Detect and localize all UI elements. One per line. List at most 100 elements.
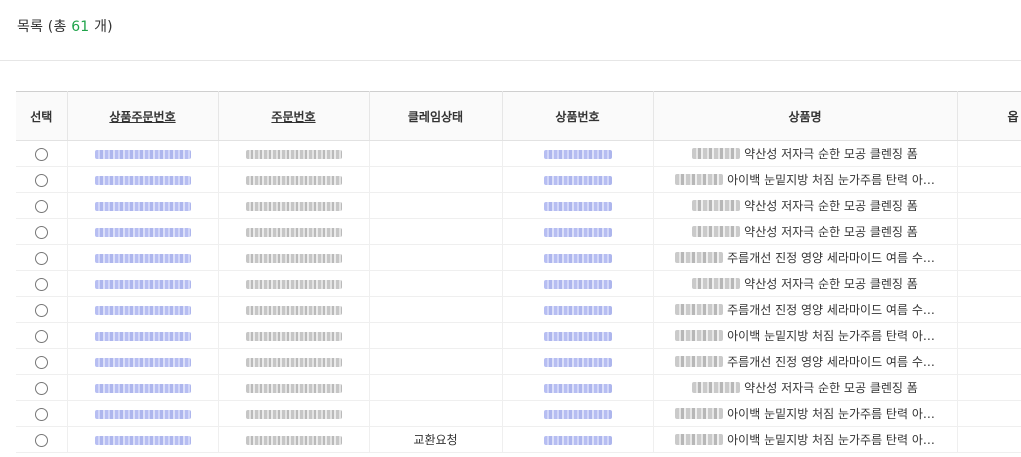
product-order-no-link[interactable] (94, 435, 191, 445)
select-cell[interactable] (16, 374, 68, 401)
row-select-radio[interactable] (34, 381, 48, 395)
row-select-radio[interactable] (34, 355, 48, 369)
product-order-no-link[interactable] (94, 149, 191, 159)
product-order-no-link[interactable] (94, 227, 191, 237)
product-order-no-cell[interactable] (67, 400, 219, 427)
product-order-no-cell[interactable] (67, 348, 219, 375)
product-name: 약산성 저자극 순한 모공 클렌징 폼 (744, 277, 918, 291)
product-no-link[interactable] (543, 253, 612, 263)
row-select-radio[interactable] (34, 303, 48, 317)
select-cell[interactable] (16, 348, 68, 375)
row-select-radio[interactable] (34, 173, 48, 187)
product-order-no-cell[interactable] (67, 166, 219, 193)
order-no-cell (218, 426, 370, 453)
product-order-no-cell[interactable] (67, 244, 219, 271)
product-order-no-cell[interactable] (67, 322, 219, 349)
table-row[interactable]: 아이백 눈밑지방 처짐 눈가주름 탄력 아… (16, 400, 1021, 427)
product-order-no-link[interactable] (94, 305, 191, 315)
table-row[interactable]: 주름개선 진정 영양 세라마이드 여름 수… (16, 244, 1021, 271)
product-name: 약산성 저자극 순한 모공 클렌징 폼 (744, 381, 918, 395)
row-select-radio[interactable] (34, 147, 48, 161)
table-row[interactable]: 약산성 저자극 순한 모공 클렌징 폼 (16, 140, 1021, 167)
table-row[interactable]: 주름개선 진정 영양 세라마이드 여름 수… (16, 348, 1021, 375)
product-order-no-cell[interactable] (67, 218, 219, 245)
product-order-no-cell[interactable] (67, 374, 219, 401)
product-no-cell[interactable] (502, 296, 654, 323)
product-order-no-link[interactable] (94, 279, 191, 289)
column-header-order-no[interactable]: 주문번호 (218, 91, 370, 141)
order-table-container[interactable]: 선택 상품주문번호 주문번호 클레임상태 상품번호 상품명 옵 약산성 저자극 … (16, 91, 1021, 457)
table-row[interactable]: 약산성 저자극 순한 모공 클렌징 폼 (16, 270, 1021, 297)
product-order-no-link[interactable] (94, 383, 191, 393)
product-name-cell: 약산성 저자극 순한 모공 클렌징 폼 (653, 374, 958, 401)
row-select-radio[interactable] (34, 433, 48, 447)
product-no-cell[interactable] (502, 140, 654, 167)
product-no-link[interactable] (543, 435, 612, 445)
column-header-product-order-no[interactable]: 상품주문번호 (67, 91, 219, 141)
product-order-no-cell[interactable] (67, 140, 219, 167)
product-no-link[interactable] (543, 279, 612, 289)
order-no-cell (218, 166, 370, 193)
product-order-no-link[interactable] (94, 253, 191, 263)
table-row[interactable]: 아이백 눈밑지방 처짐 눈가주름 탄력 아… (16, 322, 1021, 349)
select-cell[interactable] (16, 270, 68, 297)
product-no-link[interactable] (543, 175, 612, 185)
product-order-no-cell[interactable] (67, 192, 219, 219)
product-no-cell[interactable] (502, 244, 654, 271)
product-order-no-link[interactable] (94, 409, 191, 419)
row-select-radio[interactable] (34, 199, 48, 213)
product-no-cell[interactable] (502, 348, 654, 375)
order-no-redacted (245, 201, 342, 211)
product-no-link[interactable] (543, 149, 612, 159)
row-select-radio[interactable] (34, 329, 48, 343)
product-no-link[interactable] (543, 305, 612, 315)
table-row[interactable]: 약산성 저자극 순한 모공 클렌징 폼 (16, 218, 1021, 245)
product-no-cell[interactable] (502, 374, 654, 401)
product-order-no-cell[interactable] (67, 270, 219, 297)
product-no-link[interactable] (543, 201, 612, 211)
product-order-no-link[interactable] (94, 201, 191, 211)
product-order-no-cell[interactable] (67, 296, 219, 323)
order-no-redacted (245, 305, 342, 315)
brand-redacted (675, 408, 724, 419)
select-cell[interactable] (16, 192, 68, 219)
product-name: 약산성 저자극 순한 모공 클렌징 폼 (744, 225, 918, 239)
product-no-cell[interactable] (502, 400, 654, 427)
claim-status-cell (369, 218, 503, 245)
product-no-link[interactable] (543, 383, 612, 393)
select-cell[interactable] (16, 166, 68, 193)
product-order-no-cell[interactable] (67, 426, 219, 453)
product-order-no-link[interactable] (94, 357, 191, 367)
select-cell[interactable] (16, 426, 68, 453)
table-row[interactable]: 교환요청 아이백 눈밑지방 처짐 눈가주름 탄력 아… (16, 426, 1021, 453)
select-cell[interactable] (16, 400, 68, 427)
row-select-radio[interactable] (34, 407, 48, 421)
product-no-link[interactable] (543, 409, 612, 419)
product-order-no-link[interactable] (94, 331, 191, 341)
product-no-cell[interactable] (502, 218, 654, 245)
select-cell[interactable] (16, 244, 68, 271)
product-order-no-link[interactable] (94, 175, 191, 185)
row-select-radio[interactable] (34, 251, 48, 265)
table-row[interactable]: 약산성 저자극 순한 모공 클렌징 폼 (16, 192, 1021, 219)
row-select-radio[interactable] (34, 225, 48, 239)
product-no-cell[interactable] (502, 322, 654, 349)
row-select-radio[interactable] (34, 277, 48, 291)
select-cell[interactable] (16, 322, 68, 349)
table-row[interactable]: 아이백 눈밑지방 처짐 눈가주름 탄력 아… (16, 166, 1021, 193)
select-cell[interactable] (16, 296, 68, 323)
product-no-link[interactable] (543, 227, 612, 237)
table-row[interactable]: 주름개선 진정 영양 세라마이드 여름 수… (16, 296, 1021, 323)
list-title-prefix: 목록 (총 (17, 19, 72, 35)
product-no-cell[interactable] (502, 426, 654, 453)
select-cell[interactable] (16, 140, 68, 167)
table-row[interactable]: 약산성 저자극 순한 모공 클렌징 폼 (16, 374, 1021, 401)
product-no-link[interactable] (543, 331, 612, 341)
product-no-cell[interactable] (502, 192, 654, 219)
product-no-cell[interactable] (502, 270, 654, 297)
product-no-cell[interactable] (502, 166, 654, 193)
product-no-link[interactable] (543, 357, 612, 367)
select-cell[interactable] (16, 218, 68, 245)
product-name: 약산성 저자극 순한 모공 클렌징 폼 (744, 199, 918, 213)
product-name-cell: 약산성 저자극 순한 모공 클렌징 폼 (653, 140, 958, 167)
